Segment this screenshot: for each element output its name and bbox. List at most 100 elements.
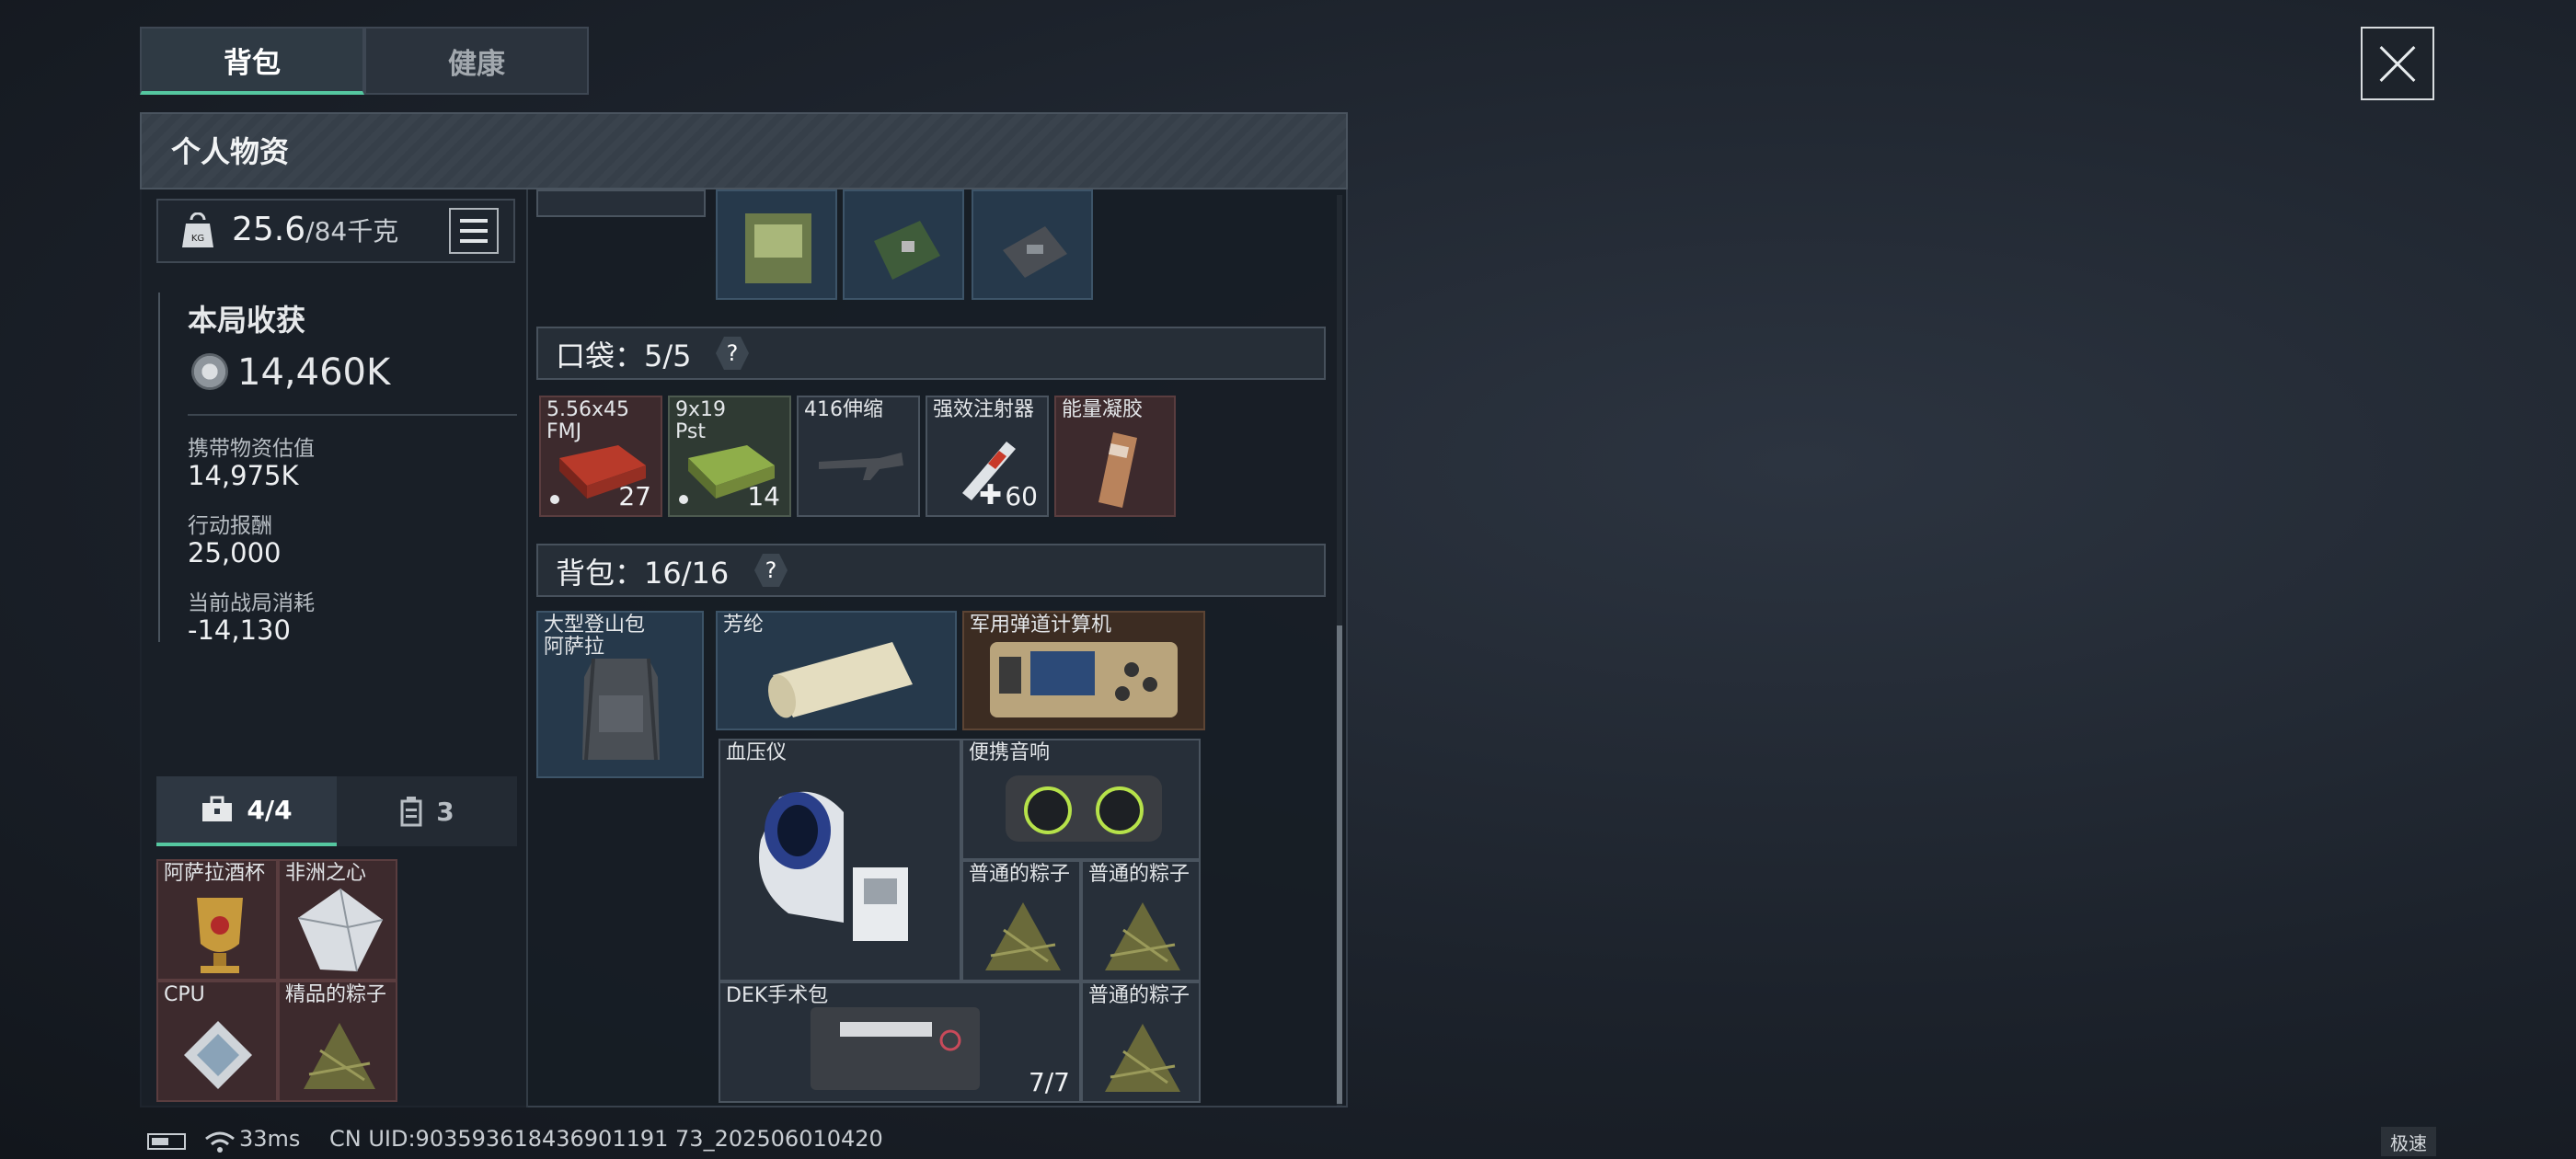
item-label: 血压仪: [726, 741, 788, 764]
item-label: 普通的粽子: [969, 863, 1071, 886]
cost-label: 当前战局消耗: [188, 591, 315, 615]
backpack-item-bag[interactable]: 大型登山包 阿萨拉: [536, 611, 704, 778]
safebox-item-heart[interactable]: 非洲之心: [278, 859, 397, 981]
item-label: 强效注射器: [933, 398, 1035, 421]
container-icon: [400, 797, 422, 827]
backpack-item-ballistic-computer[interactable]: 军用弹道计算机: [962, 611, 1205, 730]
scrollbar-thumb[interactable]: [1337, 625, 1342, 1104]
item-label: 9x19 Pst: [675, 398, 727, 443]
weight-icon: KG: [182, 212, 213, 247]
zongzi-icon: [1105, 902, 1180, 970]
circuit-board-icon: [874, 221, 940, 280]
cpu-icon: [184, 1021, 252, 1089]
panel-title: 个人物资: [171, 134, 290, 169]
tab-backpack-label: 背包: [224, 46, 281, 80]
weight-current: 25.6: [232, 211, 306, 248]
zongzi-icon: [304, 1023, 375, 1089]
ballistic-computer-icon: [990, 642, 1178, 717]
item-label: 军用弹道计算机: [970, 614, 1112, 637]
subtab-safebox[interactable]: 4/4: [156, 776, 337, 846]
earnings-title: 本局收获: [188, 303, 306, 338]
book-icon: [745, 213, 811, 283]
pocket-item-556[interactable]: 5.56x45 FMJ 27: [539, 396, 662, 517]
energy-gel-icon: [1098, 432, 1137, 508]
item-label: CPU: [164, 983, 205, 1006]
device-icon: [1003, 226, 1067, 278]
safebox-item-cup[interactable]: 阿萨拉酒杯: [156, 859, 278, 981]
ammo-dot-icon: [679, 495, 688, 504]
blood-pressure-monitor-icon: [759, 791, 908, 941]
backpack-item-zongzi-2[interactable]: 普通的粽子: [1081, 860, 1201, 981]
backpack-item-zongzi-3[interactable]: 普通的粽子: [1081, 981, 1201, 1103]
uid-readout: CN UID:903593618436901191 73_20250601042…: [329, 1126, 883, 1152]
battery-icon: [147, 1133, 186, 1150]
carried-value: 14,975K: [188, 460, 299, 491]
weight-readout: 25.6/84千克: [232, 211, 398, 248]
item-label: 普通的粽子: [1088, 863, 1190, 886]
pocket-item-injector[interactable]: 强效注射器 ✚ 60: [926, 396, 1049, 517]
item-label: 精品的粽子: [285, 983, 387, 1006]
partial-item-1[interactable]: [716, 189, 837, 300]
carried-label: 携带物资估值: [188, 437, 315, 461]
subtab-other[interactable]: 3: [337, 776, 517, 846]
backpack-item-zongzi-1[interactable]: 普通的粽子: [961, 860, 1081, 981]
partial-slot[interactable]: [536, 189, 706, 217]
goblet-icon: [197, 898, 243, 973]
item-label: 芳纶: [723, 614, 765, 637]
item-label: 416伸缩: [804, 398, 883, 421]
safebox-item-cpu[interactable]: CPU: [156, 981, 278, 1102]
reward-value: 25,000: [188, 537, 282, 568]
plus-icon: ✚: [979, 479, 1003, 511]
backpack-icon: [582, 658, 660, 761]
item-label: 普通的粽子: [1088, 984, 1190, 1007]
backpack-title: 背包：16/16: [556, 556, 730, 591]
item-label: 能量凝胶: [1062, 398, 1144, 421]
panel-header: [140, 112, 1348, 189]
ammo-dot-icon: [550, 495, 559, 504]
item-label: DEK手术包: [726, 984, 829, 1007]
partial-item-2[interactable]: [843, 189, 964, 300]
speaker-icon: [1006, 775, 1162, 842]
backpack-item-aramid[interactable]: 芳纶: [716, 611, 957, 730]
earnings-separator: [188, 414, 517, 416]
speed-badge: 极速: [2381, 1127, 2436, 1156]
pocket-item-416-stock[interactable]: 416伸缩: [797, 396, 920, 517]
backpack-item-speaker[interactable]: 便携音响: [961, 739, 1201, 860]
coin-icon: [191, 353, 228, 390]
item-count: 27: [618, 481, 651, 511]
item-label: 大型登山包 阿萨拉: [544, 614, 646, 659]
backpack-item-dek-kit[interactable]: DEK手术包 7/7: [719, 981, 1081, 1103]
weight-max: /84千克: [305, 216, 399, 247]
stock-icon: [819, 453, 903, 480]
zongzi-icon: [985, 902, 1061, 970]
ping-readout: 33ms: [239, 1126, 301, 1152]
wifi-icon: [205, 1131, 235, 1153]
safebox-item-zongzi[interactable]: 精品的粽子: [278, 981, 397, 1102]
pocket-item-gel[interactable]: 能量凝胶: [1054, 396, 1176, 517]
close-icon[interactable]: [2361, 27, 2434, 100]
cost-value: -14,130: [188, 614, 291, 646]
reward-label: 行动报酬: [188, 514, 272, 538]
tab-health[interactable]: 健康: [364, 27, 589, 95]
surgery-kit-icon: [811, 1007, 980, 1090]
item-count: 14: [747, 481, 780, 511]
list-view-button[interactable]: [449, 208, 499, 254]
tab-backpack[interactable]: 背包: [140, 27, 364, 95]
partial-item-3[interactable]: [972, 189, 1093, 300]
backpack-item-bp-monitor[interactable]: 血压仪: [719, 739, 961, 981]
tab-health-label: 健康: [448, 47, 505, 81]
pockets-title: 口袋：5/5: [556, 339, 692, 373]
zongzi-icon: [1105, 1024, 1180, 1092]
subtab-safebox-label: 4/4: [247, 794, 293, 825]
svg-text:KG: KG: [191, 234, 204, 244]
item-count: 7/7: [1028, 1067, 1070, 1097]
subtab-other-label: 3: [436, 796, 454, 827]
item-label: 阿萨拉酒杯: [164, 862, 266, 885]
item-label: 便携音响: [969, 741, 1051, 764]
pocket-item-9x19[interactable]: 9x19 Pst 14: [668, 396, 791, 517]
item-label: 非洲之心: [285, 862, 367, 885]
diamond-icon: [297, 888, 384, 972]
earnings-total: 14,460K: [237, 351, 391, 394]
fabric-roll-icon: [768, 642, 913, 718]
briefcase-icon: [202, 796, 233, 821]
